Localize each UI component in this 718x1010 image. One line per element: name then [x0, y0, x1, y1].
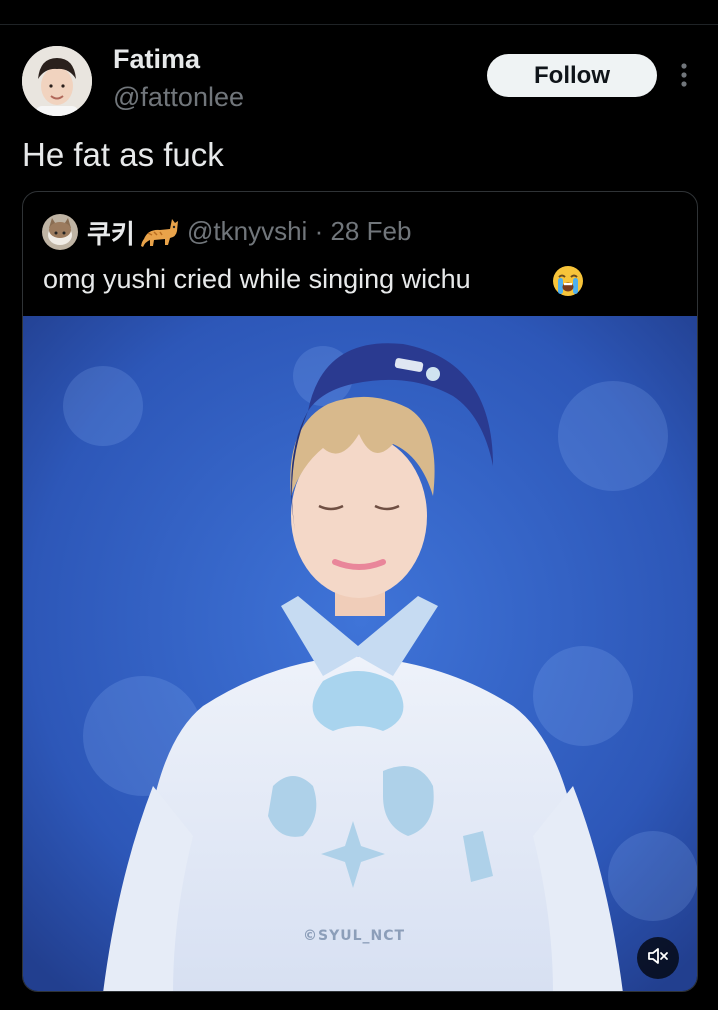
author-avatar[interactable] — [22, 46, 92, 116]
quoted-post-text: omg yushi cried while singing wichu — [43, 264, 471, 294]
author-display-name[interactable]: Fatima — [113, 44, 200, 75]
meta-separator: · — [314, 216, 324, 246]
mute-button[interactable] — [637, 937, 679, 979]
quoted-author-handle[interactable]: @tknyvshi — [187, 216, 307, 246]
quoted-author-avatar[interactable] — [42, 214, 78, 250]
follow-button[interactable]: Follow — [487, 54, 657, 97]
quoted-date[interactable]: 28 Feb — [330, 216, 411, 246]
cat-emoji — [140, 213, 180, 249]
quoted-post-card[interactable]: 쿠키 @tknyvshi · 28 Feb omg yushi cried wh… — [22, 191, 698, 992]
video-watermark: ©SYUL_NCT — [303, 928, 406, 944]
post-text: He fat as fuck — [22, 136, 224, 173]
quoted-author-display-name[interactable]: 쿠키 — [87, 214, 135, 251]
video-player[interactable]: ©SYUL_NCT — [23, 316, 697, 991]
top-divider — [0, 24, 718, 25]
quoted-meta: @tknyvshi · 28 Feb — [187, 216, 411, 247]
video-frame — [23, 316, 697, 991]
more-options-icon[interactable] — [678, 62, 690, 90]
speaker-muted-icon — [647, 946, 669, 971]
loudly-crying-face-icon — [551, 264, 585, 298]
author-handle[interactable]: @fattonlee — [113, 82, 244, 113]
